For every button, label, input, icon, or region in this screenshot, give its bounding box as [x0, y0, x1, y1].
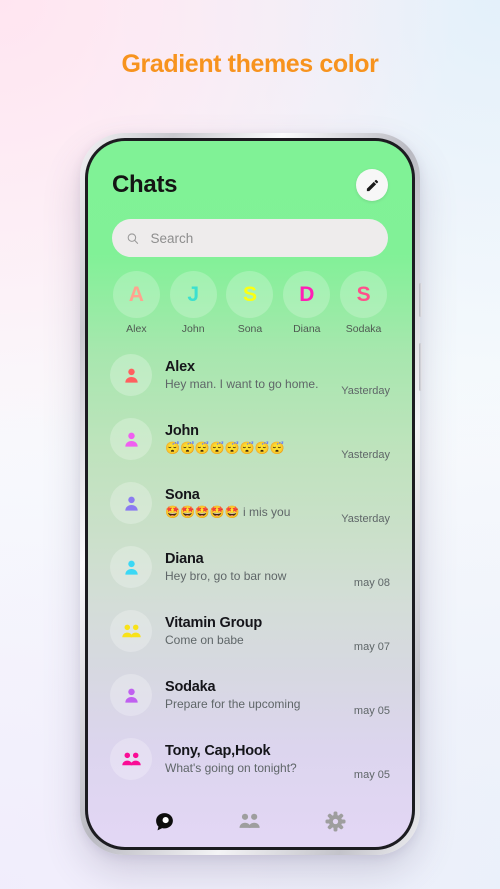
phone-screen: Chats AAlexJJohnSSonaDDianaSS [88, 141, 412, 847]
chat-name: John [165, 423, 199, 439]
chat-preview: Hey bro, go to bar now [165, 569, 287, 583]
chat-preview: Come on babe [165, 633, 244, 647]
chat-name: Sodaka [165, 679, 216, 695]
story-item-alex[interactable]: A Alex [108, 271, 165, 335]
chat-avatar [110, 738, 152, 780]
person-icon [124, 688, 138, 703]
group-icon [121, 624, 141, 637]
chat-row[interactable]: Tony, Cap,Hook What's going on tonight? ma… [88, 727, 412, 791]
person-icon [124, 496, 138, 511]
chat-timestamp: may 08 [353, 577, 390, 589]
chat-preview: Prepare for the upcoming [165, 697, 301, 711]
chat-avatar [110, 418, 152, 460]
story-name: John [181, 323, 205, 335]
chat-avatar [110, 354, 152, 396]
chat-bubble-icon [156, 812, 174, 830]
search-input[interactable] [150, 230, 374, 246]
chat-preview: 😴😴😴😴😴😴😴😴 [165, 441, 285, 455]
chat-name: Diana [165, 551, 204, 567]
gear-icon [325, 810, 346, 832]
person-icon [124, 368, 138, 383]
phone-bezel: Chats AAlexJJohnSSonaDDianaSS [85, 138, 415, 850]
chat-timestamp: Yasterday [341, 385, 390, 397]
app-header: Chats [88, 141, 412, 257]
chat-row[interactable]: Sodaka Prepare for the upcoming may 05 [88, 663, 412, 727]
story-avatar: S [226, 271, 274, 318]
chat-text: Tony, Cap,Hook What's going on tonight? [165, 743, 341, 775]
chat-timestamp: may 05 [353, 705, 390, 717]
chat-avatar [110, 674, 152, 716]
phone-power-button[interactable] [419, 343, 422, 391]
story-avatar: J [169, 271, 217, 318]
story-name: Sona [237, 323, 263, 335]
chat-timestamp: Yasterday [341, 449, 390, 461]
chat-avatar [110, 482, 152, 524]
stories-row: A Alex J John S Sona D Diana S Sodaka [88, 257, 412, 343]
bottom-navigation [88, 801, 412, 847]
chat-row[interactable]: Vitamin Group Come on babe may 07 [88, 599, 412, 663]
story-avatar: D [283, 271, 331, 318]
group-icon [121, 752, 141, 765]
chat-timestamp: Yasterday [341, 513, 390, 525]
nav-item-chats[interactable] [145, 805, 185, 837]
chat-name: Sona [165, 487, 200, 503]
chat-name: Alex [165, 359, 195, 375]
chat-name: Tony, Cap,Hook [165, 743, 271, 759]
chat-row[interactable]: Diana Hey bro, go to bar now may 08 [88, 535, 412, 599]
chat-preview: What's going on tonight? [165, 761, 297, 775]
chat-text: Sona 🤩🤩🤩🤩🤩 i mis you [165, 487, 328, 519]
chat-text: John 😴😴😴😴😴😴😴😴 [165, 423, 328, 455]
page-headline: Gradient themes color [121, 50, 379, 78]
person-icon [124, 560, 138, 575]
chat-text: Alex Hey man. I want to go home. [165, 359, 328, 391]
chat-avatar [110, 546, 152, 588]
search-bar[interactable] [112, 219, 388, 257]
phone-volume-button[interactable] [419, 283, 422, 317]
edit-compose-button[interactable] [356, 169, 388, 201]
story-item-diana[interactable]: D Diana [278, 271, 335, 335]
people-icon [239, 813, 261, 828]
chat-row[interactable]: Sona 🤩🤩🤩🤩🤩 i mis you Yasterday [88, 471, 412, 535]
title-row: Chats [112, 169, 388, 201]
story-item-sona[interactable]: S Sona [222, 271, 279, 335]
page-title: Chats [112, 171, 178, 198]
chat-row[interactable]: Alex Hey man. I want to go home. Yasterday [88, 343, 412, 407]
chat-timestamp: may 07 [353, 641, 390, 653]
person-icon [124, 432, 138, 447]
phone-mockup: Chats AAlexJJohnSSonaDDianaSS [80, 133, 422, 855]
nav-item-contacts[interactable] [230, 805, 270, 837]
chat-name: Vitamin Group [165, 615, 263, 631]
story-item-john[interactable]: J John [165, 271, 222, 335]
pencil-icon [366, 179, 378, 191]
chat-timestamp: may 05 [353, 769, 390, 781]
story-name: Sodaka [345, 323, 382, 335]
search-icon [127, 232, 139, 244]
chat-preview: Hey man. I want to go home. [165, 377, 319, 391]
story-item-sodaka[interactable]: S Sodaka [335, 271, 392, 335]
chat-text: Diana Hey bro, go to bar now [165, 551, 341, 583]
chat-list[interactable]: Alex Hey man. I want to go home. Yasterday… [88, 343, 412, 801]
story-avatar: A [112, 271, 160, 318]
chat-row[interactable]: John 😴😴😴😴😴😴😴😴 Yasterday [88, 407, 412, 471]
chat-text: Vitamin Group Come on babe [165, 615, 341, 647]
chat-preview: 🤩🤩🤩🤩🤩 i mis you [165, 505, 291, 519]
chat-avatar [110, 610, 152, 652]
chat-text: Sodaka Prepare for the upcoming [165, 679, 341, 711]
story-avatar: S [340, 271, 388, 318]
nav-item-settings[interactable] [315, 805, 355, 837]
story-name: Diana [293, 323, 321, 335]
story-name: Alex [126, 323, 147, 335]
